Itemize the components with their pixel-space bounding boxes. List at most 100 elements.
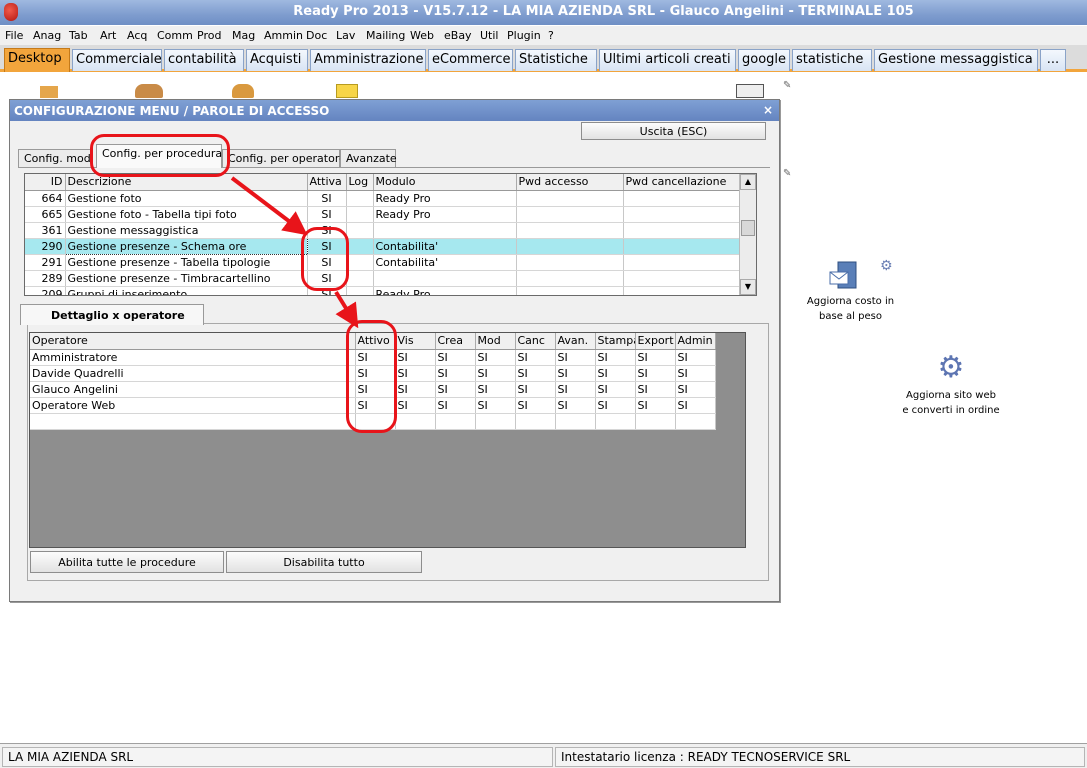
table-row[interactable]: 665 Gestione foto - Tabella tipi foto SI Re…: [25, 206, 742, 223]
table-row[interactable]: 361 Gestione messaggistica SI: [25, 222, 742, 239]
cell-flag[interactable]: SI: [635, 349, 676, 366]
desktop-icon-users[interactable]: [135, 84, 163, 98]
tab-dettaglio-operatore[interactable]: Dettaglio x operatore: [20, 304, 204, 325]
menu-help[interactable]: ?: [548, 29, 554, 42]
menu-ammin[interactable]: Ammin: [264, 29, 303, 42]
tab-config-moduli[interactable]: Config. moduli: [18, 149, 92, 167]
cell-log[interactable]: [346, 254, 374, 271]
cell-log[interactable]: [346, 206, 374, 223]
enable-all-button[interactable]: Abilita tutte le procedure: [30, 551, 224, 573]
table-row[interactable]: 289 Gestione presenze - Timbracartellino S…: [25, 270, 742, 287]
tab-commerciale[interactable]: Commerciale: [72, 49, 162, 71]
cell-flag[interactable]: SI: [435, 381, 476, 398]
column-header[interactable]: Operatore: [30, 333, 356, 350]
cell-flag[interactable]: SI: [475, 365, 516, 382]
cell-pwd-canc[interactable]: [623, 286, 742, 295]
cell-flag[interactable]: SI: [395, 349, 436, 366]
disable-all-button[interactable]: Disabilita tutto: [226, 551, 422, 573]
cell-flag[interactable]: SI: [475, 397, 516, 414]
cell-flag[interactable]: SI: [475, 349, 516, 366]
menu-plugin[interactable]: Plugin: [507, 29, 541, 42]
tab-acquisti[interactable]: Acquisti: [246, 49, 308, 71]
cell-flag[interactable]: SI: [555, 365, 596, 382]
menu-anag[interactable]: Anag: [33, 29, 61, 42]
cell-flag[interactable]: SI: [395, 365, 436, 382]
menu-lav[interactable]: Lav: [336, 29, 355, 42]
cell-flag[interactable]: SI: [635, 365, 676, 382]
menu-mag[interactable]: Mag: [232, 29, 255, 42]
column-header[interactable]: Vis: [395, 333, 436, 350]
desktop-icon-user-gear[interactable]: [232, 84, 254, 98]
column-header[interactable]: Stampa: [595, 333, 636, 350]
cell-flag[interactable]: SI: [435, 397, 476, 414]
column-header[interactable]: Log: [346, 174, 374, 191]
scroll-thumb[interactable]: [741, 220, 755, 236]
cell-pwd-canc[interactable]: [623, 270, 742, 287]
cell-flag[interactable]: SI: [635, 397, 676, 414]
tab-more[interactable]: ...: [1040, 49, 1066, 71]
tab-statistiche-2[interactable]: statistiche: [792, 49, 872, 71]
menu-ebay[interactable]: eBay: [444, 29, 472, 42]
desktop-icon-calculator[interactable]: [736, 84, 764, 98]
cell-flag[interactable]: SI: [675, 365, 716, 382]
cell-flag[interactable]: SI: [395, 381, 436, 398]
cell-pwd-canc[interactable]: [623, 190, 742, 207]
cell-flag[interactable]: SI: [395, 397, 436, 414]
cell-flag[interactable]: SI: [595, 349, 636, 366]
menu-art[interactable]: Art: [100, 29, 116, 42]
tab-ecommerce[interactable]: eCommerce: [428, 49, 513, 71]
cell-pwd[interactable]: [516, 286, 624, 295]
tab-desktop[interactable]: Desktop: [4, 48, 70, 72]
cell-flag[interactable]: SI: [555, 397, 596, 414]
cell-flag[interactable]: SI: [595, 381, 636, 398]
menu-mailing[interactable]: Mailing: [366, 29, 405, 42]
column-header[interactable]: Mod: [475, 333, 516, 350]
desktop-icon-books[interactable]: [40, 86, 58, 98]
cell-log[interactable]: [346, 222, 374, 239]
cell-attiva[interactable]: SI: [307, 206, 347, 223]
menu-web[interactable]: Web: [410, 29, 434, 42]
column-header[interactable]: Pwd accesso: [516, 174, 624, 191]
cell-pwd[interactable]: [516, 190, 624, 207]
desktop-icon-aggiorna-sito[interactable]: ⚙ Aggiorna sito web e converti in ordine: [890, 352, 1012, 418]
exit-button[interactable]: Uscita (ESC): [581, 122, 766, 140]
cell-log[interactable]: [346, 238, 374, 255]
cell-flag[interactable]: SI: [515, 349, 556, 366]
column-header[interactable]: Attiva: [307, 174, 347, 191]
menu-file[interactable]: File: [5, 29, 23, 42]
cell-flag[interactable]: SI: [555, 381, 596, 398]
scroll-up-icon[interactable]: ▲: [740, 174, 756, 190]
menu-acq[interactable]: Acq: [127, 29, 147, 42]
close-icon[interactable]: ×: [763, 103, 773, 117]
column-header[interactable]: Modulo: [373, 174, 517, 191]
cell-pwd-canc[interactable]: [623, 206, 742, 223]
tab-statistiche[interactable]: Statistiche: [515, 49, 597, 71]
cell-pwd[interactable]: [516, 270, 624, 287]
tab-ultimi-articoli[interactable]: Ultimi articoli creati: [599, 49, 736, 71]
tab-config-operatore[interactable]: Config. per operatore: [222, 149, 346, 167]
cell-flag[interactable]: SI: [515, 397, 556, 414]
tab-avanzate[interactable]: Avanzate: [340, 149, 397, 167]
column-header[interactable]: Admin: [675, 333, 716, 350]
cell-flag[interactable]: SI: [435, 349, 476, 366]
cell-pwd[interactable]: [516, 254, 624, 271]
cell-pwd-canc[interactable]: [623, 222, 742, 239]
cell-flag[interactable]: SI: [675, 381, 716, 398]
cell-log[interactable]: [346, 286, 374, 295]
cell-pwd[interactable]: [516, 238, 624, 255]
tab-gestione-messaggistica[interactable]: Gestione messaggistica: [874, 49, 1038, 71]
table-row[interactable]: 664 Gestione foto SI Ready Pro: [25, 190, 742, 207]
column-header[interactable]: Crea: [435, 333, 476, 350]
cell-pwd[interactable]: [516, 222, 624, 239]
cell-pwd-canc[interactable]: [623, 254, 742, 271]
cell-flag[interactable]: SI: [595, 397, 636, 414]
cell-log[interactable]: [346, 190, 374, 207]
menu-util[interactable]: Util: [480, 29, 498, 42]
cell-flag[interactable]: SI: [635, 381, 676, 398]
cell-attiva[interactable]: SI: [307, 190, 347, 207]
column-header[interactable]: Pwd cancellazione: [623, 174, 742, 191]
cell-flag[interactable]: SI: [675, 349, 716, 366]
tab-contabilita[interactable]: contabilità: [164, 49, 244, 71]
column-header[interactable]: ID: [25, 174, 66, 191]
tab-google[interactable]: google: [738, 49, 790, 71]
